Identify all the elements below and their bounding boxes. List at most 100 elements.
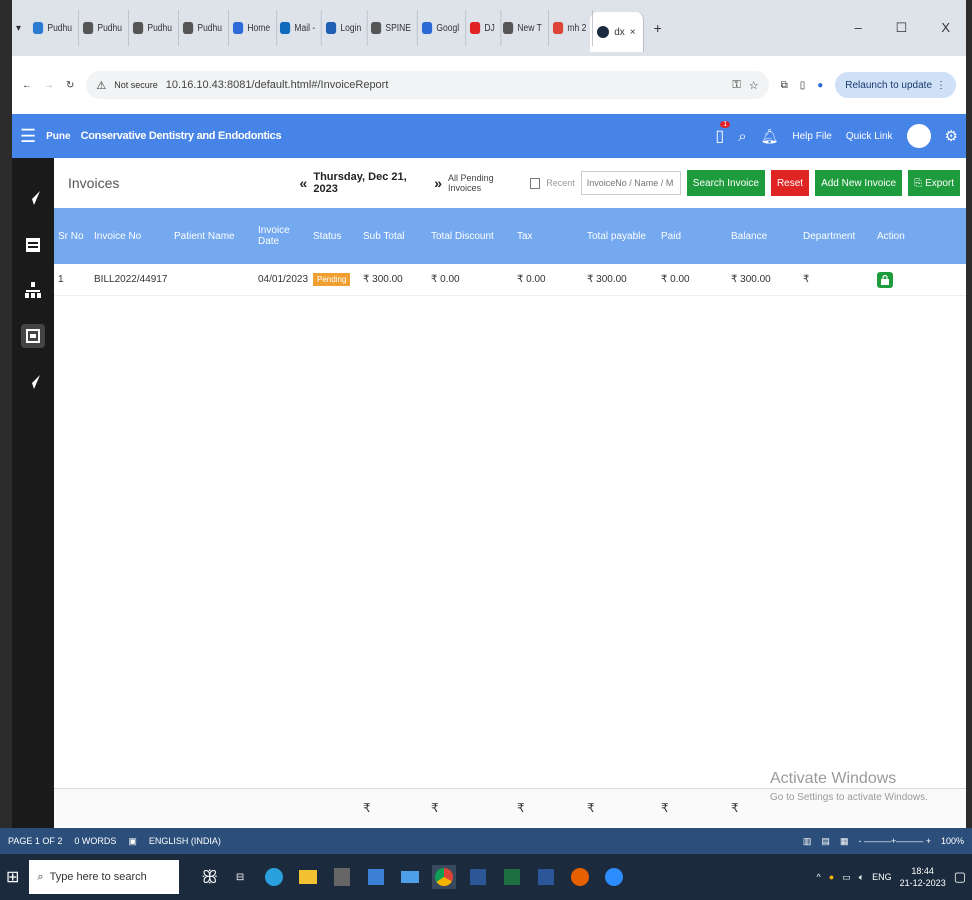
send-icon[interactable] [21, 186, 45, 210]
zoom-level[interactable]: 100% [941, 836, 964, 846]
input-lang[interactable]: ENG [872, 872, 892, 882]
chrome-icon[interactable] [432, 865, 457, 889]
next-date-button[interactable]: » [434, 175, 442, 191]
lock-icon[interactable] [877, 271, 893, 288]
bookmark-star-icon[interactable]: ☆ [749, 79, 759, 92]
profile-icon[interactable]: ● [817, 80, 823, 91]
all-pending-checkbox[interactable] [529, 177, 541, 189]
col-total-discount[interactable]: Total Discount [427, 231, 513, 242]
prev-date-button[interactable]: « [300, 175, 308, 191]
calculator-icon[interactable] [330, 865, 354, 889]
col-sub-total[interactable]: Sub Total [359, 231, 427, 242]
hamburger-menu-icon[interactable]: ☰ [20, 126, 36, 147]
browser-tab[interactable]: Login [320, 10, 368, 46]
col-tax[interactable]: Tax [513, 231, 583, 242]
help-file-link[interactable]: Help File [792, 131, 831, 142]
recent-label[interactable]: Recent [546, 178, 575, 188]
browser-tab[interactable]: SPINE [365, 10, 419, 46]
browser-tab[interactable]: Pudhu [177, 10, 229, 46]
close-tab-icon[interactable]: × [630, 27, 636, 38]
clock[interactable]: 18:44 21-12-2023 [900, 865, 946, 889]
col-invoice-no[interactable]: Invoice No [90, 231, 170, 242]
zoom-slider[interactable]: - ———+——— + [858, 836, 931, 846]
back-icon[interactable]: ← [22, 80, 32, 91]
browser-tab[interactable]: Home [227, 10, 277, 46]
word-count[interactable]: 0 WORDS [74, 836, 116, 846]
export-button[interactable]: ⎘ Export [908, 170, 961, 196]
reload-icon[interactable]: ↻ [66, 80, 74, 91]
browser-tab[interactable]: Mail - [274, 10, 323, 46]
language-label[interactable]: ENGLISH (INDIA) [149, 836, 221, 846]
col-total-payable[interactable]: Total payable [583, 231, 657, 242]
user-avatar[interactable] [906, 124, 931, 148]
send-icon-2[interactable] [21, 370, 45, 394]
more-menu-icon[interactable]: ⋮ [936, 80, 946, 91]
store-icon[interactable] [364, 865, 388, 889]
edge-icon[interactable] [262, 865, 286, 889]
word-icon[interactable] [534, 865, 558, 889]
bell-icon[interactable]: 🔔︎ [761, 128, 779, 145]
browser-tab[interactable]: Pudhu [127, 10, 179, 46]
col-patient-name[interactable]: Patient Name [170, 231, 254, 242]
col-sr-no[interactable]: Sr No [54, 231, 90, 242]
close-window-button[interactable]: X [941, 20, 950, 36]
col-balance[interactable]: Balance [727, 231, 799, 242]
add-new-invoice-button[interactable]: Add New Invoice [815, 170, 903, 196]
cell-invoice-no[interactable]: BILL2022/44917 [90, 274, 170, 285]
network-icon[interactable]: ▭ [842, 872, 851, 883]
windows-start-icon[interactable]: ⊞ [6, 867, 19, 887]
col-invoice-date[interactable]: Invoice Date [254, 225, 309, 247]
url-text[interactable]: 10.16.10.43:8081/default.html#/InvoiceRe… [166, 79, 389, 91]
zoom-app-icon[interactable] [602, 865, 626, 889]
gear-icon[interactable]: ⚙ [945, 127, 958, 145]
browser-tab[interactable]: Googl [416, 10, 467, 46]
location-label[interactable]: Pune [46, 131, 70, 142]
url-box[interactable]: ⚠ Not secure 10.16.10.43:8081/default.ht… [86, 71, 769, 99]
maximize-button[interactable]: ☐ [896, 20, 908, 36]
browser-tab[interactable]: DJ [464, 10, 502, 46]
quick-link[interactable]: Quick Link [846, 131, 893, 142]
reset-button[interactable]: Reset [770, 170, 810, 196]
tray-app-icon[interactable]: ● [829, 872, 834, 882]
calendar-icon[interactable] [21, 232, 45, 256]
browser-tab[interactable]: Pudhu [27, 10, 79, 46]
page-count[interactable]: PAGE 1 OF 2 [8, 836, 62, 846]
col-status[interactable]: Status [309, 231, 359, 242]
tab-search-icon[interactable]: ▾ [16, 23, 21, 34]
proofing-icon[interactable]: ▣ [128, 836, 137, 847]
forward-icon[interactable]: → [44, 80, 54, 91]
browser-tab[interactable]: mh 2 [547, 10, 594, 46]
search-invoice-button[interactable]: Search Invoice [686, 170, 765, 196]
invoice-icon[interactable] [21, 324, 45, 348]
password-key-icon[interactable]: ⚿ [732, 79, 740, 92]
mail-icon[interactable] [398, 865, 422, 889]
browser-tab[interactable]: New T [497, 10, 549, 46]
search-icon[interactable]: ⌕ [738, 128, 746, 145]
invoice-search-input[interactable] [580, 171, 681, 195]
col-department[interactable]: Department [799, 231, 873, 242]
vpn-icon[interactable] [466, 865, 490, 889]
extensions-icon[interactable]: ⧉ [781, 80, 788, 91]
firefox-icon[interactable] [568, 865, 592, 889]
tray-chevron-icon[interactable]: ^ [817, 872, 821, 882]
clinic-name[interactable]: Conservative Dentistry and Endodontics [81, 130, 282, 142]
task-view-icon[interactable]: ⊟ [228, 865, 252, 889]
active-tab[interactable]: dx × [590, 12, 644, 52]
read-mode-icon[interactable]: ▥ [803, 836, 812, 847]
relaunch-button[interactable]: Relaunch to update ⋮ [835, 72, 956, 98]
col-action[interactable]: Action [873, 231, 933, 242]
all-pending-toggle[interactable]: All Pending Invoices [448, 173, 541, 193]
notification-center-icon[interactable]: ▢ [954, 869, 966, 885]
notification-doc-icon[interactable]: ▯ 1 [715, 121, 731, 146]
current-date[interactable]: Thursday, Dec 21, 2023 [313, 171, 428, 195]
browser-tab[interactable]: Pudhu [77, 10, 129, 46]
volume-icon[interactable]: 🔈︎ [859, 872, 864, 883]
table-row[interactable]: 1 BILL2022/44917 04/01/2023 Pending ₹ 30… [54, 264, 966, 296]
col-paid[interactable]: Paid [657, 231, 727, 242]
file-explorer-icon[interactable] [296, 865, 320, 889]
taskbar-search[interactable]: ⌕ Type here to search [29, 860, 180, 894]
print-layout-icon[interactable]: ▤ [821, 836, 830, 847]
excel-icon[interactable] [500, 865, 524, 889]
web-layout-icon[interactable]: ▦ [840, 836, 849, 847]
new-tab-button[interactable]: + [654, 20, 662, 36]
